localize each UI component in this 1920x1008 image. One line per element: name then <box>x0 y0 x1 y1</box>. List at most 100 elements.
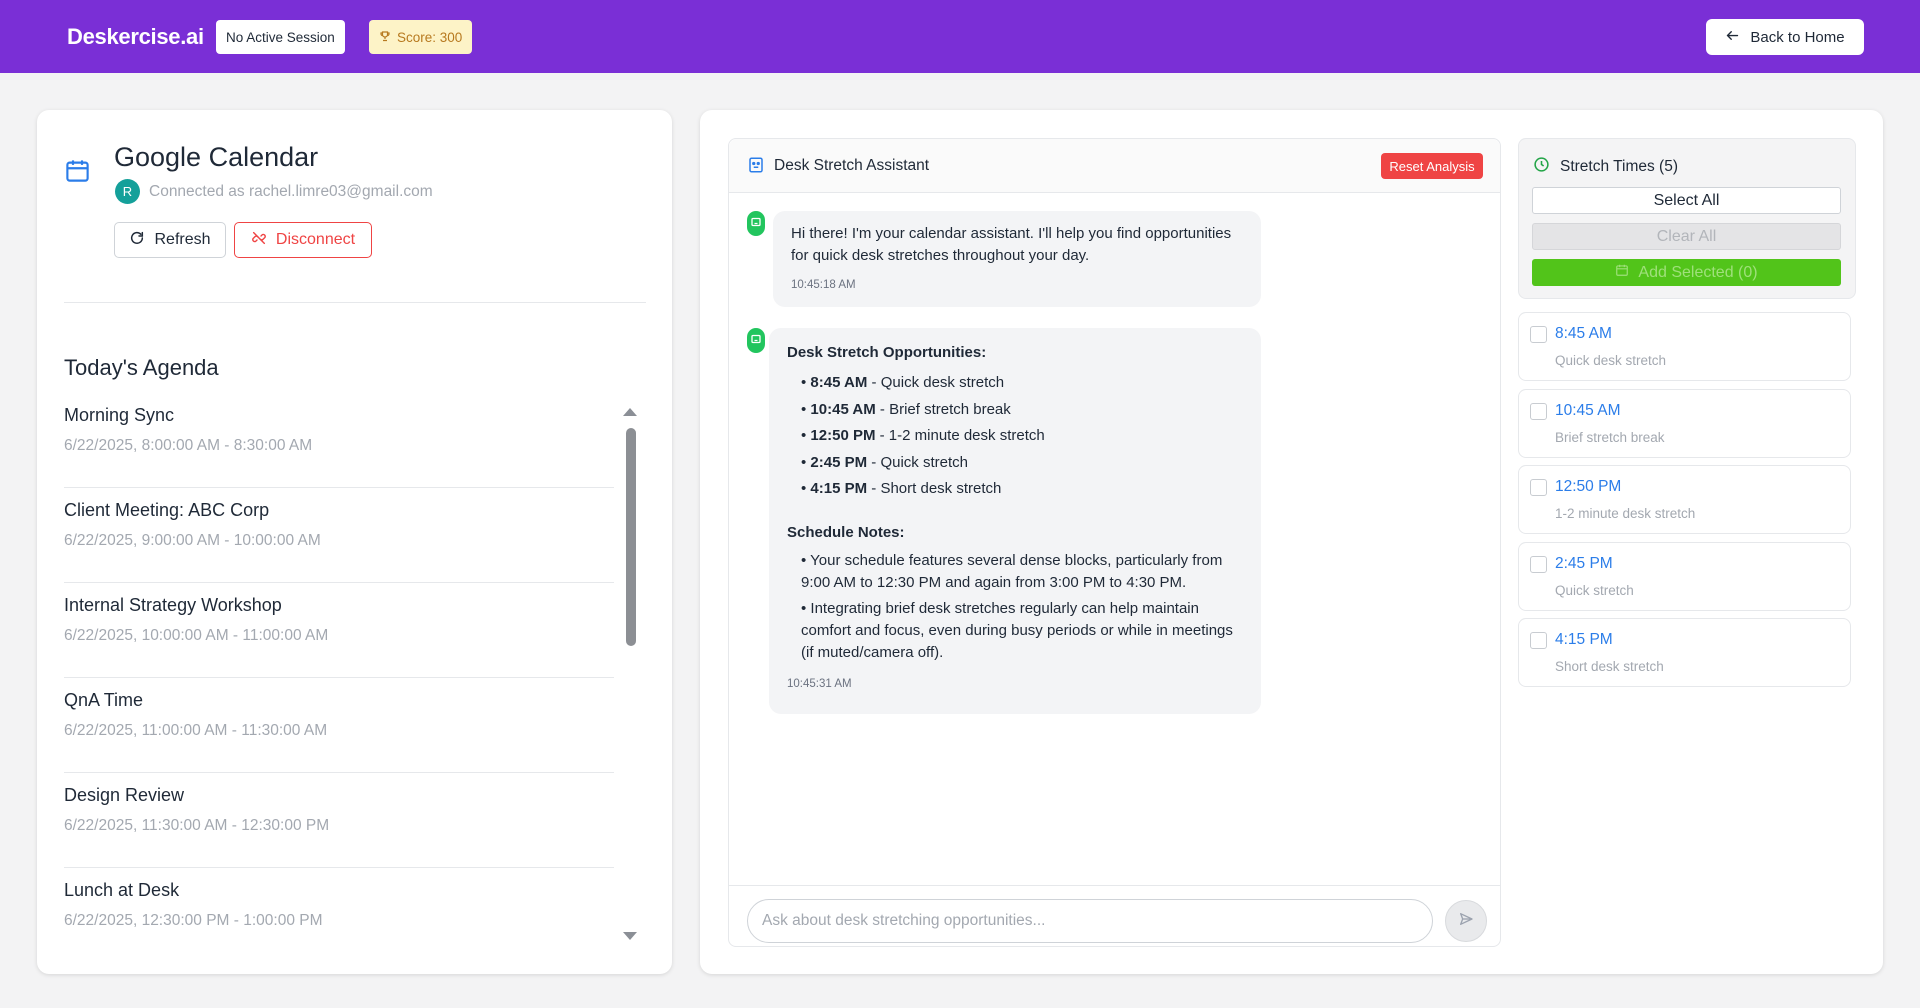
reset-analysis-button[interactable]: Reset Analysis <box>1381 153 1483 179</box>
agenda-list[interactable]: Morning Sync 6/22/2025, 8:00:00 AM - 8:3… <box>64 393 650 946</box>
agenda-item-name: QnA Time <box>64 690 144 710</box>
schedule-note: • Integrating brief desk stretches regul… <box>801 600 1233 661</box>
refresh-icon <box>129 230 145 251</box>
slot-description: Quick stretch <box>1555 583 1634 598</box>
unlink-icon <box>251 230 267 251</box>
select-all-button[interactable]: Select All <box>1532 187 1841 214</box>
chat-header: Desk Stretch Assistant Reset Analysis <box>729 139 1500 193</box>
slot-checkbox[interactable] <box>1530 556 1547 573</box>
refresh-button[interactable]: Refresh <box>114 222 226 258</box>
back-to-home-label: Back to Home <box>1750 28 1845 46</box>
stretch-times-panel: Stretch Times (5) Select All Clear All A… <box>1518 138 1856 299</box>
chat-title: Desk Stretch Assistant <box>774 157 930 174</box>
message-timestamp: 10:45:18 AM <box>791 279 856 291</box>
suggestion-desc: - Quick stretch <box>867 453 968 471</box>
trophy-icon <box>379 30 391 45</box>
suggestion-desc: - Brief stretch break <box>875 400 1011 418</box>
divider <box>64 302 646 303</box>
back-to-home-button[interactable]: Back to Home <box>1706 19 1864 55</box>
bot-avatar <box>747 211 765 236</box>
bot-avatar <box>747 328 765 353</box>
stretch-times-title: Stretch Times (5) <box>1560 158 1678 175</box>
suggestion-desc: - Quick desk stretch <box>867 374 1005 391</box>
agenda-item-name: Morning Sync <box>64 405 175 425</box>
slot-description: Short desk stretch <box>1555 659 1664 674</box>
stretch-suggestion: • 10:45 AM - Brief stretch break <box>801 400 1011 418</box>
slot-time: 10:45 AM <box>1555 402 1621 419</box>
message-timestamp: 10:45:31 AM <box>787 678 852 690</box>
scroll-down-arrow[interactable] <box>623 932 637 940</box>
refresh-label: Refresh <box>154 231 211 248</box>
scrollbar-thumb[interactable] <box>626 428 636 646</box>
slot-description: Brief stretch break <box>1555 430 1665 445</box>
agenda-title: Today's Agenda <box>64 355 219 380</box>
disconnect-button[interactable]: Disconnect <box>234 222 372 258</box>
slot-description: Quick desk stretch <box>1555 353 1667 368</box>
agenda-item[interactable]: Client Meeting: ABC Corp 6/22/2025, 9:00… <box>64 488 614 583</box>
slot-checkbox[interactable] <box>1530 403 1547 420</box>
assistant-message: Desk Stretch Opportunities: • 8:45 AM - … <box>769 328 1261 714</box>
calendar-title: Google Calendar <box>114 142 319 172</box>
clear-all-button[interactable]: Clear All <box>1532 223 1841 250</box>
agenda-item-time: 6/22/2025, 10:00:00 AM - 11:00:00 AM <box>64 627 329 644</box>
slot-time: 2:45 PM <box>1555 555 1613 572</box>
stretch-slot[interactable]: 8:45 AM Quick desk stretch <box>1518 312 1851 381</box>
clock-icon <box>1533 156 1550 178</box>
note-text: Integrating brief desk stretches regular… <box>801 600 1233 661</box>
robot-icon <box>750 332 762 350</box>
slot-checkbox[interactable] <box>1530 479 1547 496</box>
stretch-slot[interactable]: 12:50 PM 1-2 minute desk stretch <box>1518 465 1851 534</box>
suggestion-desc: - Short desk stretch <box>867 480 1002 497</box>
scroll-up-arrow[interactable] <box>623 408 637 416</box>
agenda-item-name: Lunch at Desk <box>64 880 180 900</box>
message-text: Hi there! I'm your calendar assistant. I… <box>791 225 1232 264</box>
message-heading: Desk Stretch Opportunities: <box>787 344 987 361</box>
agenda-item-time: 6/22/2025, 8:00:00 AM - 8:30:00 AM <box>64 437 313 454</box>
top-nav-bar: Deskercise.ai No Active Session Score: 3… <box>0 0 1920 73</box>
add-selected-label: Add Selected (0) <box>1638 263 1758 281</box>
agenda-item-name: Design Review <box>64 785 185 805</box>
slot-time: 12:50 PM <box>1555 478 1622 495</box>
avatar: R <box>115 179 140 204</box>
slot-checkbox[interactable] <box>1530 326 1547 343</box>
agenda-item[interactable]: Internal Strategy Workshop 6/22/2025, 10… <box>64 583 614 678</box>
stretch-suggestion: • 12:50 PM - 1-2 minute desk stretch <box>801 427 1045 444</box>
agenda-item-time: 6/22/2025, 11:30:00 AM - 12:30:00 PM <box>64 817 330 834</box>
stretch-slot[interactable]: 10:45 AM Brief stretch break <box>1518 389 1851 458</box>
calendar-icon <box>1615 263 1629 282</box>
score-badge: Score: 300 <box>369 20 473 54</box>
agenda-item-time: 6/22/2025, 11:00:00 AM - 11:30:00 AM <box>64 722 328 739</box>
add-selected-button[interactable]: Add Selected (0) <box>1532 259 1841 286</box>
agenda-item[interactable]: QnA Time 6/22/2025, 11:00:00 AM - 11:30:… <box>64 678 614 773</box>
agenda-item-time: 6/22/2025, 12:30:00 PM - 1:00:00 PM <box>64 912 323 929</box>
calendar-card: Google Calendar R Connected as rachel.li… <box>37 110 672 974</box>
suggestion-time: 10:45 AM <box>810 400 876 418</box>
chat-panel: Desk Stretch Assistant Reset Analysis Hi… <box>728 138 1501 947</box>
arrow-left-icon <box>1725 28 1740 47</box>
slot-time: 8:45 AM <box>1555 325 1612 342</box>
agenda-item[interactable]: Morning Sync 6/22/2025, 8:00:00 AM - 8:3… <box>64 393 614 488</box>
disconnect-label: Disconnect <box>275 231 356 248</box>
agenda-item[interactable]: Lunch at Desk 6/22/2025, 12:30:00 PM - 1… <box>64 868 614 946</box>
slot-description: 1-2 minute desk stretch <box>1555 506 1696 521</box>
agenda-item-name: Internal Strategy Workshop <box>64 595 282 615</box>
suggestion-time: 12:50 PM <box>810 427 876 444</box>
stretch-slot[interactable]: 4:15 PM Short desk stretch <box>1518 618 1851 687</box>
session-status-badge: No Active Session <box>216 20 345 54</box>
stretch-suggestion: • 4:15 PM - Short desk stretch <box>801 480 1002 497</box>
robot-icon <box>750 215 762 233</box>
chat-input[interactable] <box>747 899 1433 943</box>
send-button[interactable] <box>1445 900 1487 942</box>
assistant-card: Desk Stretch Assistant Reset Analysis Hi… <box>700 110 1883 974</box>
connected-account-text: Connected as rachel.limre03@gmail.com <box>149 183 433 200</box>
stretch-slot[interactable]: 2:45 PM Quick stretch <box>1518 542 1851 611</box>
slot-checkbox[interactable] <box>1530 632 1547 649</box>
suggestion-time: 8:45 AM <box>810 374 868 391</box>
notes-heading: Schedule Notes: <box>787 524 905 541</box>
agenda-item-time: 6/22/2025, 9:00:00 AM - 10:00:00 AM <box>64 532 321 549</box>
suggestion-desc: - 1-2 minute desk stretch <box>875 427 1045 444</box>
agenda-item[interactable]: Design Review 6/22/2025, 11:30:00 AM - 1… <box>64 773 614 868</box>
assistant-message: Hi there! I'm your calendar assistant. I… <box>773 211 1261 307</box>
brand-logo[interactable]: Deskercise.ai <box>67 24 204 50</box>
stretch-suggestion: • 2:45 PM - Quick stretch <box>801 453 968 471</box>
